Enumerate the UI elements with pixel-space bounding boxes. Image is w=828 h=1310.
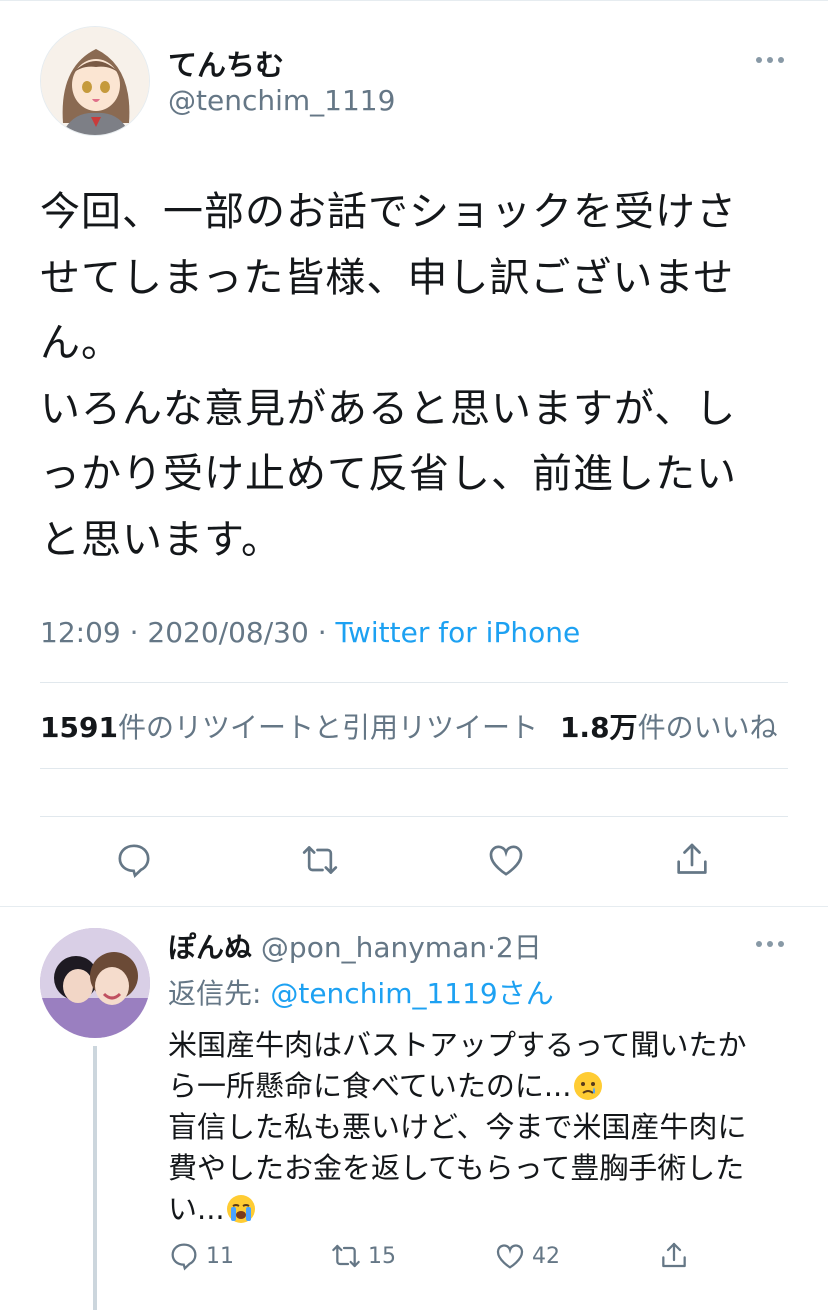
reply-text: 米国産牛肉はバストアップするって聞いたか ら一所懸命に食べていたのに... 盲信… <box>168 1025 788 1230</box>
replying-to-link[interactable]: @tenchim_1119さん <box>270 977 553 1010</box>
retweet-count: 1591 <box>40 711 118 744</box>
reply-like-count: 42 <box>532 1243 560 1269</box>
author-avatar[interactable] <box>40 26 150 136</box>
reply-button[interactable] <box>112 838 156 882</box>
divider <box>40 816 788 817</box>
reply-separator: · <box>486 931 496 964</box>
share-upload-icon <box>677 843 707 874</box>
avatar-illustration <box>41 27 149 135</box>
tweet-text: 今回、一部のお話でショックを受けさ せてしまった皆様、申し訳ございませ ん。 い… <box>40 189 737 563</box>
divider <box>40 682 788 683</box>
replying-label: 返信先: <box>168 977 271 1010</box>
reply-handle[interactable]: @pon_hanyman <box>261 931 487 964</box>
reply-age: 2日 <box>495 931 542 964</box>
section-divider <box>0 906 828 907</box>
avatar-photo <box>40 928 150 1038</box>
like-button[interactable] <box>484 838 528 882</box>
speech-bubble-icon <box>171 1243 197 1271</box>
divider <box>40 768 788 769</box>
reply-display-name[interactable]: ぽんぬ <box>168 931 252 964</box>
retweet-arrows-icon <box>332 1244 360 1268</box>
reply-retweet-button[interactable]: 15 <box>330 1240 396 1272</box>
retweet-button[interactable] <box>298 838 342 882</box>
retweets-link[interactable]: 1591件のリツイートと引用リツイート <box>40 711 538 744</box>
tweet-date: 2020/08/30 <box>147 616 309 649</box>
reply-like-button[interactable]: 42 <box>494 1240 560 1272</box>
tweet-source-link[interactable]: Twitter for iPhone <box>336 616 581 649</box>
reply-text-part-1: 米国産牛肉はバストアップするって聞いたか ら一所懸命に食べていたのに... <box>168 1028 747 1103</box>
tweet-meta: 12:09 · 2020/08/30 · Twitter for iPhone <box>40 616 580 649</box>
reply-more-options-icon[interactable] <box>750 934 790 954</box>
top-border <box>0 0 828 1</box>
reply-actions: 11 15 42 <box>0 1240 828 1280</box>
reply-share-button[interactable] <box>658 1240 690 1272</box>
author-display-name[interactable]: てんちむ <box>168 42 284 84</box>
heart-icon <box>496 1244 524 1269</box>
likes-link[interactable]: 1.8万件のいいね <box>560 711 778 744</box>
share-upload-icon <box>662 1242 686 1268</box>
reply-header: ぽんぬ @pon_hanyman·2日 <box>168 926 542 966</box>
reply-reply-button[interactable]: 11 <box>168 1240 234 1272</box>
meta-separator: · <box>317 616 327 649</box>
like-label: 件のいいね <box>637 711 778 744</box>
reply-count: 11 <box>206 1243 234 1269</box>
heart-icon <box>489 845 523 876</box>
more-options-icon[interactable] <box>750 50 790 70</box>
like-count: 1.8万 <box>559 711 638 744</box>
tweet-actions <box>0 838 828 888</box>
retweet-arrows-icon <box>302 846 338 874</box>
replying-to: 返信先: @tenchim_1119さん <box>168 972 554 1012</box>
share-button[interactable] <box>670 838 714 882</box>
reply-retweet-count: 15 <box>368 1243 396 1269</box>
author-handle[interactable]: @tenchim_1119 <box>168 84 395 117</box>
crying-face-emoji <box>573 1072 602 1100</box>
retweet-label: 件のリツイートと引用リツイート <box>117 711 538 744</box>
loudly-crying-face-emoji <box>226 1195 255 1223</box>
engagement-stats: 1591件のリツイートと引用リツイート 1.8万件のいいね <box>40 706 778 746</box>
speech-bubble-icon <box>118 844 150 878</box>
tweet-time: 12:09 <box>40 616 121 649</box>
meta-separator: · <box>129 616 139 649</box>
reply-author-avatar[interactable] <box>40 928 150 1038</box>
